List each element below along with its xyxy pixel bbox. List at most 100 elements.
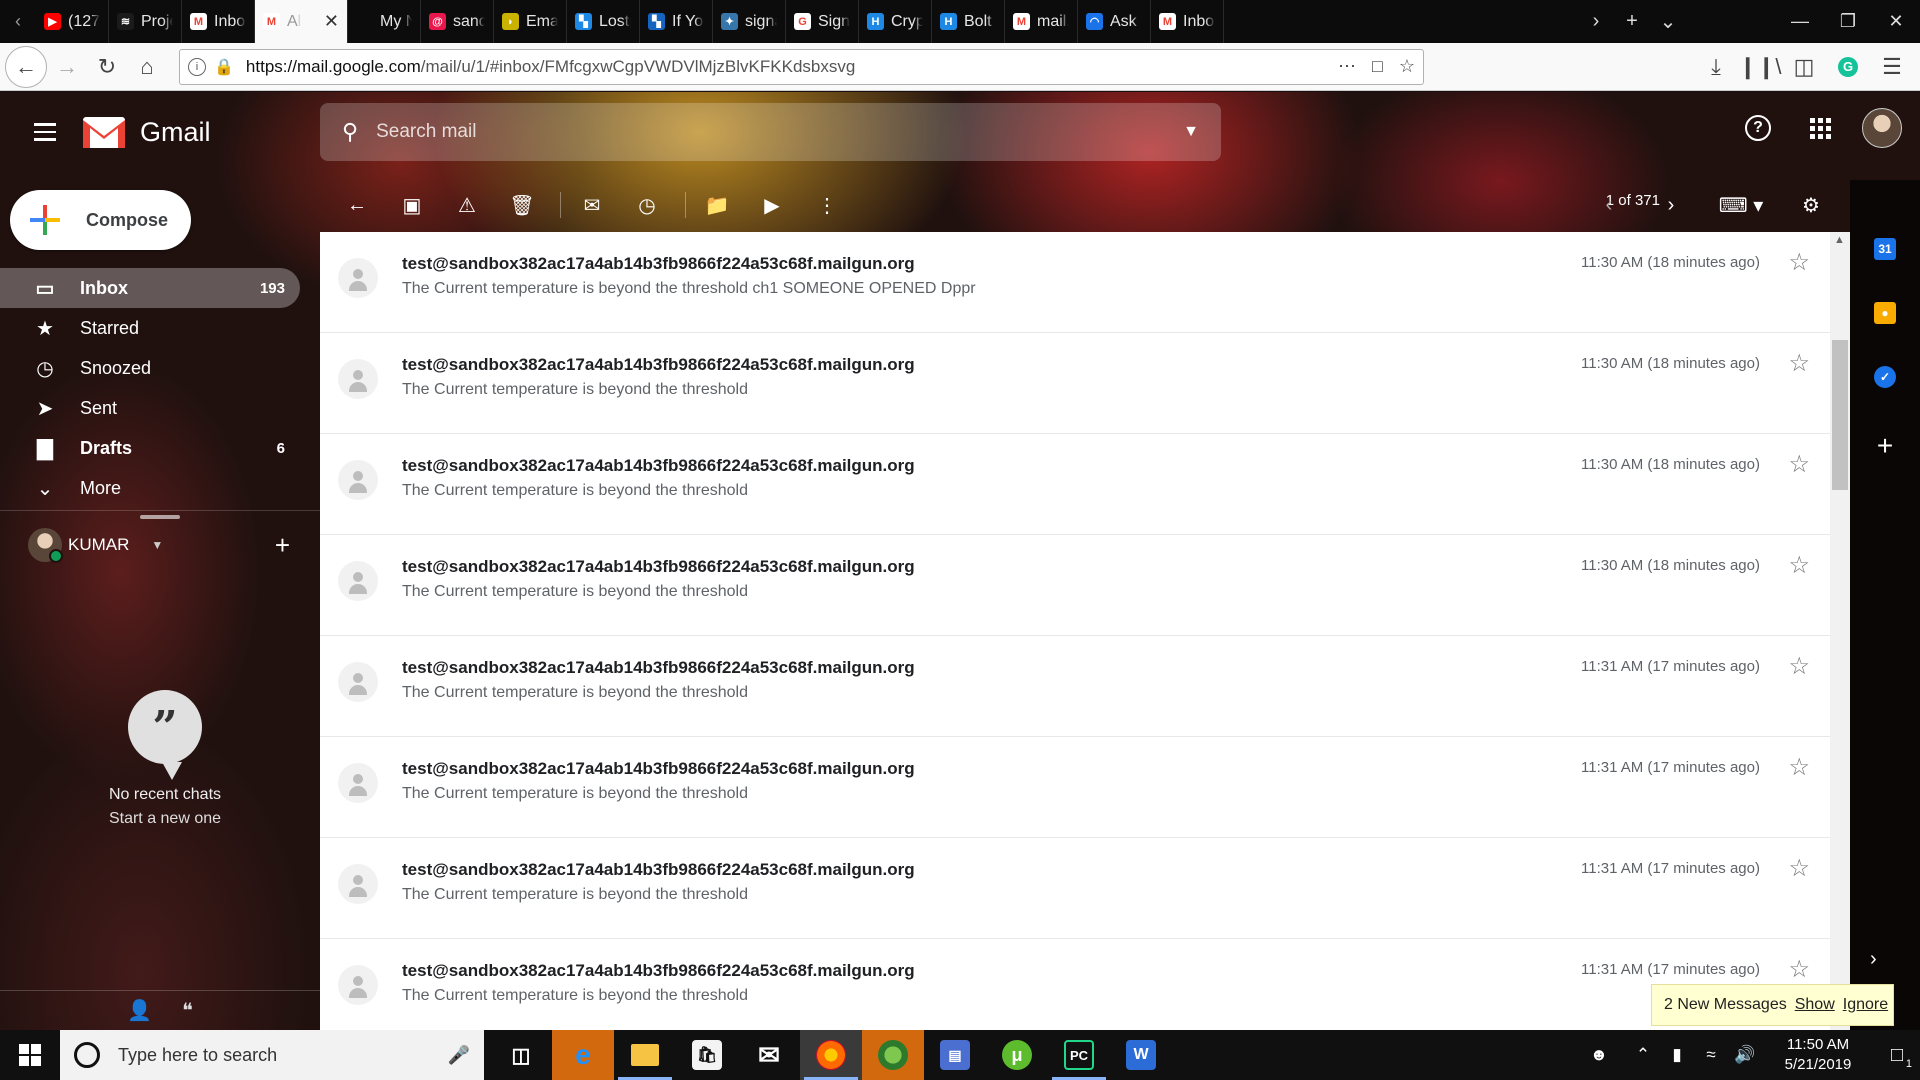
email-row[interactable]: test@sandbox382ac17a4ab14b3fb9866f224a53… [320,434,1850,535]
network-app-icon[interactable]: ▤ [924,1030,986,1080]
scrollbar-thumb[interactable] [1832,340,1848,490]
volume-icon[interactable]: 🔊 [1728,1045,1762,1065]
star-icon[interactable]: ☆ [1788,551,1810,580]
browser-tab[interactable]: ◠ Ask th [1078,0,1151,43]
start-new-chat-link[interactable]: Start a new one [0,810,330,828]
browser-tab[interactable]: My Nanole [348,0,421,43]
wifi-icon[interactable]: ≈ [1694,1045,1728,1065]
email-row[interactable]: test@sandbox382ac17a4ab14b3fb9866f224a53… [320,535,1850,636]
email-row[interactable]: test@sandbox382ac17a4ab14b3fb9866f224a53… [320,636,1850,737]
battery-icon[interactable]: ▮ [1660,1045,1694,1065]
back-arrow-icon[interactable]: ← [5,45,47,88]
hangouts-user-row[interactable]: KUMAR ▼ + [0,525,320,565]
mark-unread-icon[interactable]: ✉ [573,186,611,224]
page-actions-icon[interactable]: ⋯ [1338,56,1356,77]
collapse-panel-chevron-icon[interactable]: › [1870,948,1877,971]
sidebar-item-inbox[interactable]: ▭ Inbox 193 [0,268,300,308]
search-mail-input[interactable] [376,121,1137,143]
forward-arrow-icon[interactable]: → [47,47,87,87]
browser-tab[interactable]: ▚ Lostpl [567,0,640,43]
ignore-new-messages-link[interactable]: Ignore [1843,996,1888,1014]
browser-tab[interactable]: ▶ (127) [36,0,109,43]
globe-app-icon[interactable] [862,1030,924,1080]
browser-tab[interactable]: ◗ Email [494,0,567,43]
show-new-messages-link[interactable]: Show [1795,996,1835,1014]
hangouts-chat-icon[interactable]: ❝ [182,998,193,1023]
gmail-logo[interactable]: Gmail [82,115,211,149]
main-menu-icon[interactable] [22,109,68,155]
minimize-window-icon[interactable]: — [1776,0,1824,43]
cortana-icon[interactable] [74,1042,100,1068]
restore-window-icon[interactable]: ❐ [1824,0,1872,43]
star-icon[interactable]: ☆ [1788,753,1810,782]
keyboard-input-tools-icon[interactable]: ⌨ ▾ [1714,186,1768,224]
wps-writer-icon[interactable]: W [1110,1030,1172,1080]
sidebar-item-drafts[interactable]: ▇ Drafts 6 [0,428,300,468]
new-tab-icon[interactable]: + [1614,0,1650,43]
hangouts-status-dropdown-icon[interactable]: ▼ [151,538,163,552]
bookmark-star-icon[interactable]: ☆ [1399,56,1415,77]
tab-scroll-left-icon[interactable]: ‹ [0,0,36,43]
browser-tab[interactable]: ▚ If You [640,0,713,43]
browser-tab[interactable]: G Sign in [786,0,859,43]
search-icon[interactable]: ⚲ [342,119,358,145]
google-apps-icon[interactable] [1800,108,1840,148]
task-view-icon[interactable]: ◫ [490,1030,552,1080]
label-tag-icon[interactable]: ▶ [753,186,791,224]
downloads-icon[interactable]: ⤓ [1696,47,1736,87]
account-avatar[interactable] [1862,108,1902,148]
close-tab-icon[interactable]: ✕ [324,11,339,32]
browser-tab[interactable]: ≋ Project [109,0,182,43]
reload-icon[interactable]: ↻ [87,47,127,87]
scroll-up-icon[interactable]: ▲ [1834,234,1845,246]
more-options-icon[interactable]: ⋮ [808,186,846,224]
browser-tab[interactable]: H Crypto [859,0,932,43]
hamburger-menu-icon[interactable]: ☰ [1872,47,1912,87]
sidebar-item-snoozed[interactable]: ◷ Snoozed [0,348,300,388]
search-options-dropdown-icon[interactable]: ▼ [1183,123,1199,141]
browser-tab[interactable]: M Inbox [1151,0,1224,43]
older-chevron-left-icon[interactable]: ‹ [1590,186,1628,224]
google-calendar-icon[interactable]: 31 [1874,238,1896,260]
tab-list-dropdown-icon[interactable]: ⌄ [1650,0,1686,43]
back-to-inbox-icon[interactable]: ← [338,186,376,224]
mail-app-icon[interactable]: ✉ [738,1030,800,1080]
new-conversation-plus-icon[interactable]: + [275,530,290,561]
sidebar-icon[interactable]: ◫ [1784,47,1824,87]
email-list-scrollbar[interactable]: ▲ [1830,232,1850,1030]
home-icon[interactable]: ⌂ [127,47,167,87]
browser-tab[interactable]: H Bolt Io [932,0,1005,43]
archive-icon[interactable]: ▣ [393,186,431,224]
taskbar-search-box[interactable]: 🎤 [60,1030,484,1080]
get-addons-plus-icon[interactable]: + [1877,430,1893,462]
star-icon[interactable]: ☆ [1788,955,1810,984]
google-keep-icon[interactable]: ● [1874,302,1896,324]
action-center-icon[interactable]: □ 1 [1874,1030,1920,1080]
browser-tab[interactable]: Mmail.g [1005,0,1078,43]
email-row[interactable]: test@sandbox382ac17a4ab14b3fb9866f224a53… [320,939,1850,1030]
snooze-clock-icon[interactable]: ◷ [628,186,666,224]
delete-trash-icon[interactable]: 🗑 [503,186,541,224]
firefox-icon[interactable] [800,1030,862,1080]
edge-browser-icon[interactable]: e [552,1030,614,1080]
email-row[interactable]: test@sandbox382ac17a4ab14b3fb9866f224a53… [320,737,1850,838]
url-bar[interactable]: i 🔒 https://mail.google.com/mail/u/1/#in… [179,48,1424,85]
grammarly-extension-icon[interactable]: G [1828,47,1868,87]
report-spam-icon[interactable]: ⚠ [448,186,486,224]
sidebar-item-starred[interactable]: ★ Starred [0,308,300,348]
star-icon[interactable]: ☆ [1788,652,1810,681]
search-mail-box[interactable]: ⚲ ▼ [320,103,1221,161]
taskbar-clock[interactable]: 11:50 AM 5/21/2019 [1770,1035,1866,1075]
email-row[interactable]: test@sandbox382ac17a4ab14b3fb9866f224a53… [320,838,1850,939]
sidebar-item-more[interactable]: ⌄ More [0,468,300,508]
settings-gear-icon[interactable]: ⚙ [1792,186,1830,224]
show-hidden-icons-chevron-icon[interactable]: ⌃ [1626,1045,1660,1065]
email-row[interactable]: test@sandbox382ac17a4ab14b3fb9866f224a53… [320,232,1850,333]
help-icon[interactable]: ? [1738,108,1778,148]
compose-button[interactable]: Compose [10,190,191,250]
browser-tab[interactable]: M Al ✕ [255,0,348,43]
browser-tab[interactable]: @ sandb [421,0,494,43]
close-window-icon[interactable]: ✕ [1872,0,1920,43]
star-icon[interactable]: ☆ [1788,248,1810,277]
sidebar-item-sent[interactable]: ➤ Sent [0,388,300,428]
